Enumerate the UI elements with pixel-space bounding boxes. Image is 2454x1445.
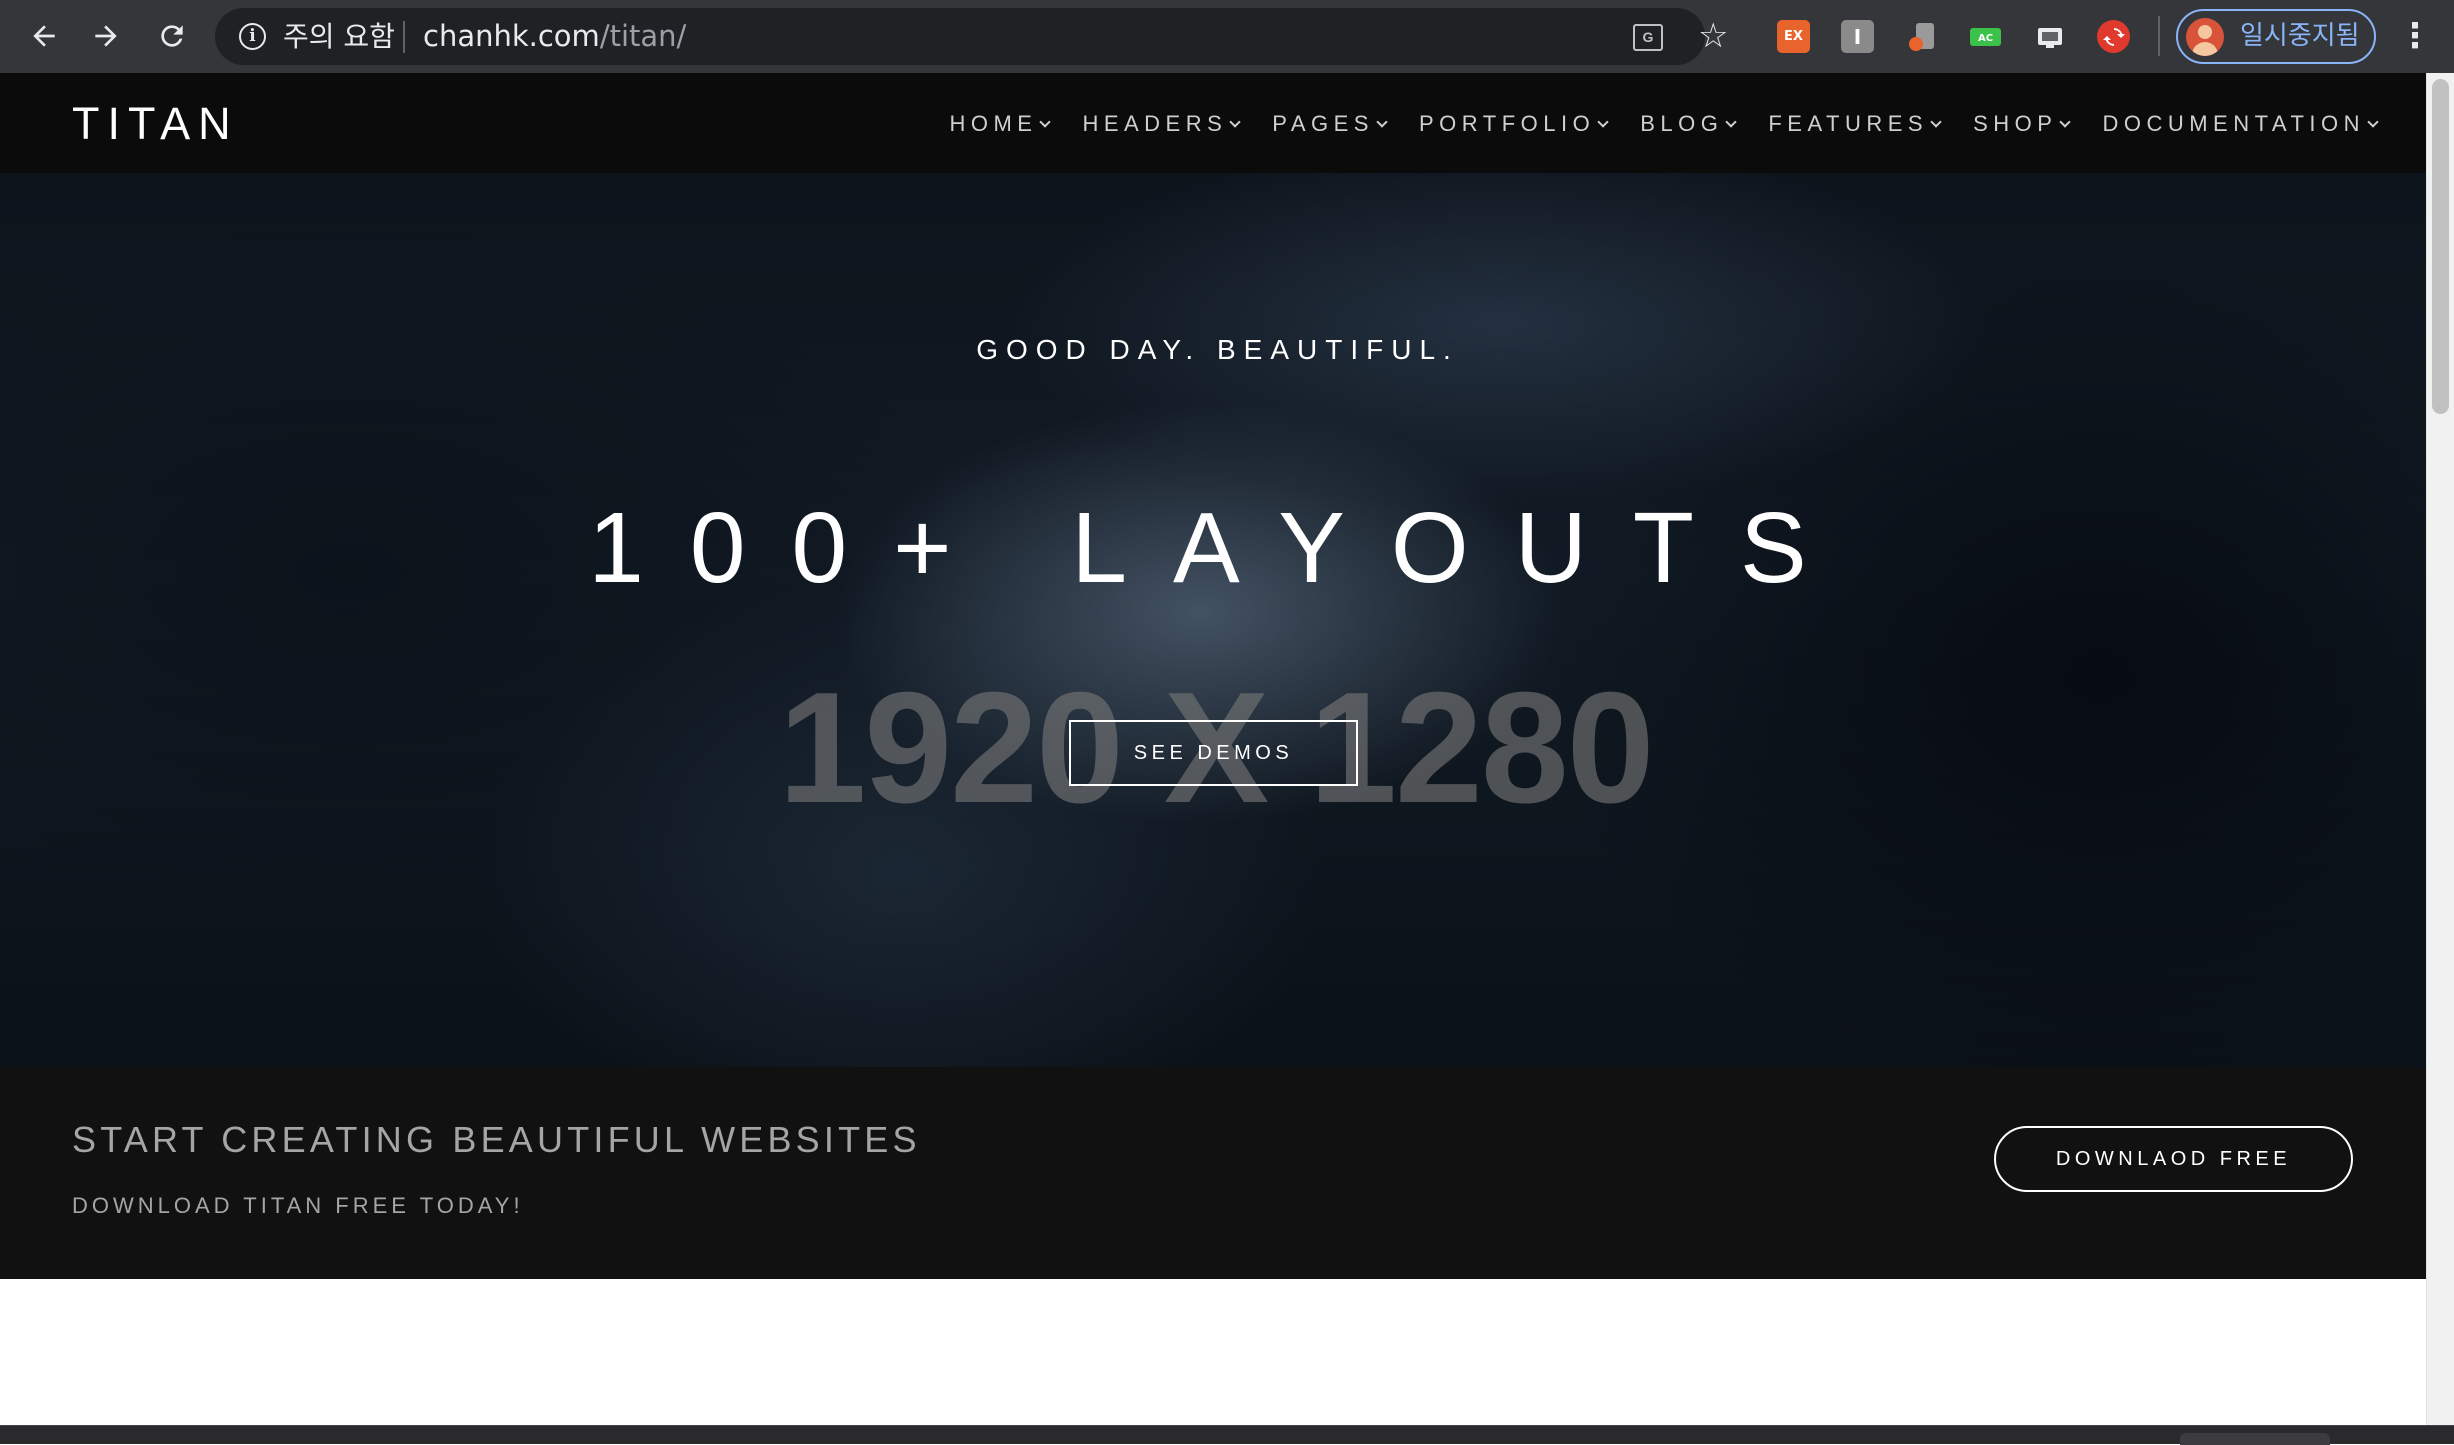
ex-extension-icon[interactable]: EX [1777, 20, 1810, 53]
nav-item-shop[interactable]: SHOP [1973, 109, 2072, 139]
main-menu: HOME HEADERS PAGES PORTFOLIO BLOG FEATUR… [916, 109, 2379, 139]
nav-item-pages[interactable]: PAGES [1272, 109, 1388, 139]
nav-item-label: FEATURES [1768, 111, 1929, 136]
reload-button[interactable] [150, 14, 194, 58]
nav-item-label: BLOG [1640, 111, 1724, 136]
download-free-button[interactable]: DOWNLAOD FREE [1994, 1126, 2353, 1192]
scrollbar-thumb[interactable] [2432, 79, 2449, 414]
chevron-down-icon [2059, 115, 2072, 128]
ac-extension-icon[interactable]: AC [1969, 20, 2002, 53]
chevron-down-icon [1376, 115, 1388, 128]
url-host: chanhk.com [423, 19, 600, 53]
profile-status-label: 일시중지됨 [2240, 21, 2360, 51]
chevron-down-icon [1930, 115, 1942, 128]
address-bar[interactable]: i 주의 요함 chanhk.com/titan/ G ☆ [215, 8, 1728, 65]
reload-icon [161, 25, 183, 47]
forward-button[interactable] [84, 14, 128, 58]
screen-extension-icon[interactable] [2033, 20, 2066, 53]
page-scrollbar[interactable] [2426, 73, 2454, 1425]
chevron-down-icon [1039, 115, 1052, 128]
nav-item-portfolio[interactable]: PORTFOLIO [1418, 109, 1609, 139]
nav-item-features[interactable]: FEATURES [1768, 109, 1942, 139]
bookmark-star-icon[interactable]: ☆ [1698, 16, 1728, 56]
translate-icon[interactable]: G [1633, 24, 1663, 51]
nav-item-documentation[interactable]: DOCUMENTATION [2102, 109, 2379, 139]
page-viewport: TITAN HOME HEADERS PAGES PORTFOLIO BLOG … [0, 73, 2426, 1425]
cta-section: START CREATING BEAUTIFUL WEBSITES DOWNLO… [0, 1067, 2426, 1279]
url-path: /titan/ [599, 19, 687, 53]
nav-item-headers[interactable]: HEADERS [1082, 109, 1241, 139]
see-demos-button[interactable]: SEE DEMOS [1069, 720, 1358, 786]
hero-section: GOOD DAY. BEAUTIFUL. 100+ LAYOUTS 1920 X… [0, 173, 2426, 1067]
bottom-status-bar [0, 1425, 2454, 1445]
nav-item-label: HOME [949, 111, 1038, 136]
chevron-down-icon [1229, 115, 1241, 128]
security-warning-label: 주의 요함 [283, 20, 395, 53]
hero-title: 100+ LAYOUTS [588, 492, 1853, 604]
nav-item-label: PAGES [1272, 111, 1374, 136]
url-text[interactable]: chanhk.com/titan/ [423, 19, 686, 54]
more-menu-icon[interactable]: ⋮ [2398, 14, 2432, 58]
omnibox-divider [403, 21, 405, 53]
arrow-left-icon [33, 25, 55, 47]
site-navbar: TITAN HOME HEADERS PAGES PORTFOLIO BLOG … [0, 73, 2426, 173]
chevron-down-icon [1725, 115, 1738, 128]
nav-item-blog[interactable]: BLOG [1640, 109, 1738, 139]
site-logo[interactable]: TITAN [72, 99, 239, 149]
arrow-right-icon [95, 25, 117, 47]
info-icon[interactable]: i [239, 23, 266, 50]
i-extension-icon[interactable]: I [1841, 20, 1874, 53]
hero-tagline: GOOD DAY. BEAUTIFUL. [976, 334, 1459, 365]
nav-item-home[interactable]: HOME [949, 109, 1052, 139]
nav-item-label: PORTFOLIO [1418, 111, 1596, 136]
cta-heading: START CREATING BEAUTIFUL WEBSITES [72, 1119, 921, 1160]
bottom-bar-handle [2180, 1433, 2330, 1445]
nav-item-label: SHOP [1973, 111, 2058, 136]
profile-button[interactable]: 일시중지됨 [2176, 9, 2376, 64]
sync-extension-icon[interactable] [2097, 20, 2130, 53]
back-button[interactable] [22, 14, 66, 58]
ac-extension-label: AC [1978, 33, 1993, 44]
chevron-down-icon [1597, 115, 1609, 128]
toolbar-divider [2158, 16, 2160, 56]
audio-extension-icon[interactable] [1905, 20, 1938, 53]
cta-subheading: DOWNLOAD TITAN FREE TODAY! [72, 1193, 524, 1218]
nav-item-label: DOCUMENTATION [2102, 111, 2365, 136]
avatar [2186, 18, 2224, 56]
nav-item-label: HEADERS [1082, 111, 1228, 136]
content-section [0, 1279, 2426, 1425]
chevron-down-icon [2367, 115, 2379, 128]
browser-toolbar: i 주의 요함 chanhk.com/titan/ G ☆ EX I AC 일시… [0, 0, 2454, 73]
